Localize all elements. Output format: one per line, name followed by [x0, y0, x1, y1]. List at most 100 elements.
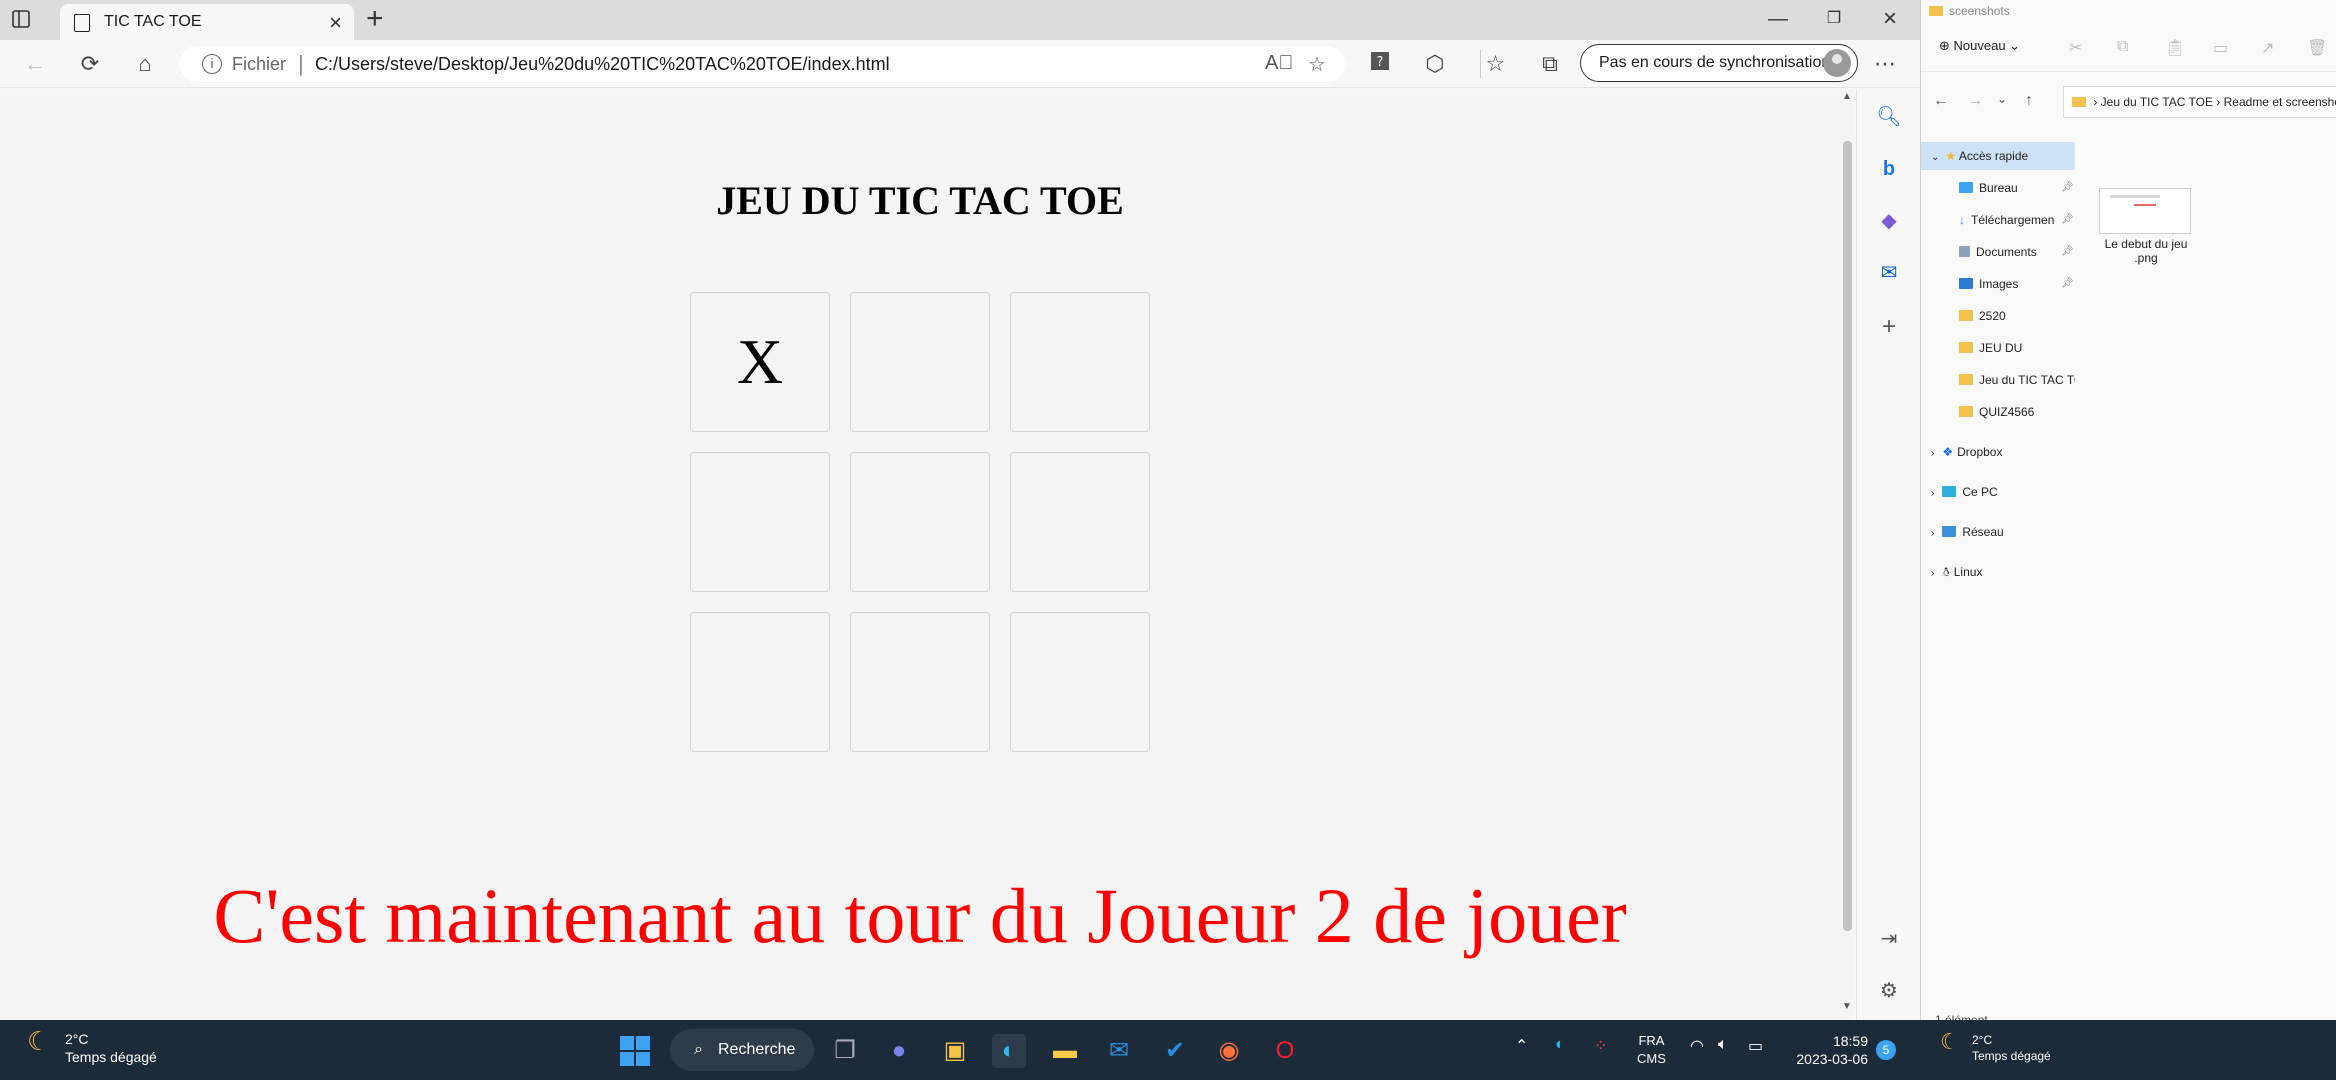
paste-icon[interactable]: 📋︎: [2165, 38, 2185, 58]
cell-5[interactable]: [1010, 452, 1150, 592]
page-scrollbar[interactable]: ▲ ▼: [1840, 89, 1854, 1020]
teams-chat-icon[interactable]: ●: [882, 1034, 916, 1068]
minimize-button[interactable]: —: [1750, 0, 1806, 38]
images-icon: [1959, 278, 1973, 289]
weather-widget[interactable]: ☾ 2°C Temps dégagé: [27, 1028, 157, 1066]
collections-icon[interactable]: ⧉: [1535, 50, 1565, 78]
back-icon[interactable]: ←: [1933, 92, 1949, 110]
taskbar-search[interactable]: ⌕ Recherche: [670, 1029, 814, 1071]
edge-icon[interactable]: ◐: [992, 1034, 1026, 1068]
cell-1[interactable]: [850, 292, 990, 432]
tree-item-dropbox[interactable]: › ❖ Dropbox: [1931, 438, 2002, 466]
office-icon[interactable]: ◆: [1875, 207, 1903, 235]
tree-item-linux[interactable]: › 🐧︎ Linux: [1931, 558, 1982, 586]
tree-item-reseau[interactable]: › Réseau: [1931, 518, 2004, 546]
tab-actions-icon[interactable]: [10, 8, 50, 34]
bing-icon[interactable]: b: [1875, 155, 1903, 183]
tree-label: Documents: [1976, 245, 2037, 259]
home-icon[interactable]: ⌂: [130, 50, 160, 78]
opera-icon[interactable]: O: [1268, 1034, 1302, 1068]
edge-tray-icon[interactable]: ◐: [1555, 1036, 1565, 1054]
tree-item-ce-pc[interactable]: › Ce PC: [1931, 478, 1998, 506]
cell-3[interactable]: [690, 452, 830, 592]
todo-icon[interactable]: ✔: [1158, 1034, 1192, 1068]
tree-item-bureau[interactable]: Bureau: [1959, 174, 2018, 202]
tree-item-folder[interactable]: JEU DU: [1959, 334, 2022, 362]
tree-item-folder[interactable]: 2520: [1959, 302, 2006, 330]
cell-8[interactable]: [1010, 612, 1150, 752]
scroll-thumb[interactable]: [1843, 141, 1852, 931]
file-explorer-icon[interactable]: ▬: [1048, 1034, 1082, 1068]
file-thumbnail[interactable]: [2099, 188, 2191, 234]
battery-icon[interactable]: ▭: [1748, 1036, 1763, 1056]
copy-icon[interactable]: ⧉: [2117, 38, 2128, 56]
delete-icon[interactable]: 🗑︎: [2307, 38, 2327, 58]
read-aloud-icon[interactable]: A᪲: [1265, 52, 1293, 75]
new-button[interactable]: ⊕ Nouveau ⌄: [1939, 38, 2020, 54]
add-favorite-icon[interactable]: ☆: [1308, 52, 1326, 77]
cell-2[interactable]: [1010, 292, 1150, 432]
new-tab-button[interactable]: +: [366, 2, 384, 36]
info-icon[interactable]: i: [202, 54, 222, 74]
add-sidebar-app-icon[interactable]: +: [1875, 313, 1903, 341]
breadcrumb[interactable]: › Jeu du TIC TAC TOE › Readme et screens…: [2063, 86, 2336, 118]
recent-chevron-icon[interactable]: ⌄: [1997, 92, 2007, 106]
file-name[interactable]: Le debut du jeu .png: [2091, 237, 2201, 265]
tree-label: Bureau: [1979, 181, 2018, 195]
close-window-button[interactable]: ×: [1862, 0, 1918, 38]
refresh-icon[interactable]: ⟳: [75, 50, 105, 78]
restore-button[interactable]: ❐: [1806, 0, 1862, 38]
tree-item-folder[interactable]: QUIZ4566: [1959, 398, 2034, 426]
tree-item-documents[interactable]: Documents: [1959, 238, 2037, 266]
weather-widget[interactable]: ☾ 2°C Temps dégagé: [1940, 1031, 2051, 1064]
cell-6[interactable]: [690, 612, 830, 752]
more-options-icon[interactable]: ⋯: [1870, 50, 1900, 78]
address-bar[interactable]: i Fichier | C:/Users/steve/Desktop/Jeu%2…: [180, 46, 1345, 82]
volume-icon[interactable]: 🔈︎: [1718, 1036, 1728, 1054]
address-url[interactable]: C:/Users/steve/Desktop/Jeu%20du%20TIC%20…: [315, 54, 890, 75]
explorer-command-bar: ⊕ Nouveau ⌄ ✂ ⧉ 📋︎ ▭ ↗ 🗑︎: [1921, 28, 2336, 72]
sync-button[interactable]: Pas en cours de synchronisation: [1580, 44, 1858, 82]
scroll-up-icon[interactable]: ▲: [1842, 91, 1852, 102]
tree-item-quick-access[interactable]: ⌄ ★ Accès rapide: [1921, 142, 2075, 170]
cut-icon[interactable]: ✂: [2069, 38, 2082, 58]
breadcrumb-item[interactable]: Readme et screensho: [2224, 95, 2336, 109]
tree-item-folder[interactable]: Jeu du TIC TAC TOI: [1959, 366, 2075, 394]
firefox-icon[interactable]: ◉: [1212, 1034, 1246, 1068]
outlook-icon[interactable]: ✉: [1875, 259, 1903, 287]
start-button[interactable]: [620, 1036, 650, 1066]
tree-label: Réseau: [1962, 525, 2004, 539]
share-icon[interactable]: ↗: [2261, 38, 2274, 58]
breadcrumb-item[interactable]: Jeu du TIC TAC TOE: [2101, 95, 2213, 109]
chevron-up-icon[interactable]: ⌃: [1515, 1036, 1528, 1056]
hide-sidebar-icon[interactable]: ⇥: [1875, 925, 1903, 953]
clock[interactable]: 18:59 2023-03-06: [1788, 1032, 1868, 1068]
store-icon[interactable]: ▣: [938, 1034, 972, 1068]
settings-icon[interactable]: ⚙: [1875, 977, 1903, 1005]
help-icon[interactable]: ?: [1365, 50, 1395, 78]
rename-icon[interactable]: ▭: [2213, 38, 2228, 58]
tab-tic-tac-toe[interactable]: TIC TAC TOE ×: [60, 4, 354, 40]
app-tray-icon[interactable]: ⁘: [1594, 1036, 1607, 1056]
language-indicator[interactable]: FRA CMS: [1637, 1032, 1666, 1068]
task-view-icon[interactable]: ❐: [828, 1034, 862, 1068]
download-icon: ↓: [1959, 213, 1965, 227]
extensions-icon[interactable]: ⬡: [1420, 50, 1450, 78]
screen: TIC TAC TOE × + — ❐ × ← ⟳ ⌂ i Fichier | …: [0, 0, 2336, 1080]
search-icon[interactable]: 🔍︎: [1875, 103, 1903, 131]
favorites-icon[interactable]: ☆: [1480, 50, 1510, 78]
cell-4[interactable]: [850, 452, 990, 592]
tree-item-telechargements[interactable]: ↓ Téléchargemen: [1959, 206, 2069, 234]
back-icon[interactable]: ←: [20, 50, 50, 78]
notification-badge[interactable]: 5: [1876, 1040, 1896, 1060]
forward-icon[interactable]: →: [1967, 92, 1983, 110]
scroll-down-icon[interactable]: ▼: [1842, 1001, 1852, 1012]
mail-icon[interactable]: ✉: [1102, 1034, 1136, 1068]
wifi-icon[interactable]: ◠: [1690, 1036, 1704, 1056]
clock-date: 2023-03-06: [1796, 1051, 1868, 1067]
cell-7[interactable]: [850, 612, 990, 752]
close-tab-icon[interactable]: ×: [329, 10, 342, 36]
tree-item-images[interactable]: Images: [1959, 270, 2018, 298]
up-icon[interactable]: ↑: [2025, 92, 2033, 110]
cell-0[interactable]: X: [690, 292, 830, 432]
